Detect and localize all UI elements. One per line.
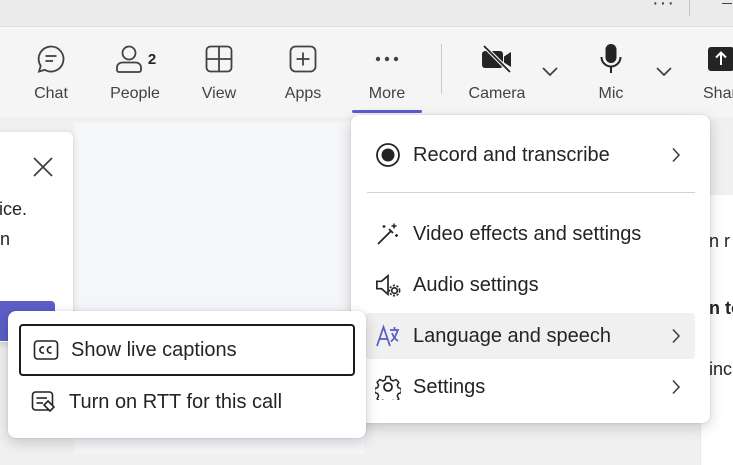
menu-item-settings[interactable]: Settings (365, 364, 695, 410)
closed-captions-icon (33, 337, 59, 363)
camera-button[interactable]: Camera (466, 27, 528, 115)
add-app-icon (288, 41, 318, 77)
side-panel-text-2: n to (709, 298, 733, 318)
view-button[interactable]: View (196, 27, 242, 115)
submenu-item-show-live-captions[interactable]: Show live captions (19, 324, 355, 376)
menu-item-label: Audio settings (413, 273, 539, 296)
chat-icon (35, 41, 67, 77)
chevron-right-icon (671, 147, 681, 168)
gear-icon (375, 374, 401, 400)
notification-text-1: evice. (0, 199, 28, 219)
menu-item-record-and-transcribe[interactable]: Record and transcribe (365, 132, 695, 178)
menu-item-language-and-speech[interactable]: Language and speech (365, 313, 695, 359)
more-dots-icon (372, 41, 402, 77)
chat-label: Chat (34, 85, 68, 102)
more-active-indicator (352, 110, 422, 113)
submenu-item-turn-on-rtt[interactable]: Turn on RTT for this call (19, 376, 355, 428)
camera-options-chevron-icon[interactable] (541, 64, 559, 82)
mic-button[interactable]: Mic (594, 27, 628, 115)
microphone-icon (598, 41, 624, 77)
more-options-icon[interactable]: ··· (652, 0, 675, 15)
share-label: Shar (703, 85, 733, 102)
meeting-toolbar: Chat 2 People View Apps More Camera Mic … (0, 27, 733, 117)
language-icon (375, 323, 401, 349)
submenu-item-label: Turn on RTT for this call (69, 390, 283, 413)
speaker-gear-icon (375, 272, 401, 298)
camera-off-icon (480, 41, 514, 77)
menu-divider (367, 192, 695, 193)
record-icon (375, 142, 401, 168)
language-submenu: Show live captions Turn on RTT for this … (8, 311, 366, 438)
menu-item-audio-settings[interactable]: Audio settings (365, 262, 695, 308)
camera-label: Camera (468, 85, 526, 102)
magic-wand-icon (375, 221, 401, 247)
side-panel-text-3: inc (709, 359, 733, 379)
more-menu: Record and transcribe Video effects and … (351, 115, 710, 423)
title-divider (689, 0, 690, 16)
toolbar-divider (441, 44, 442, 94)
share-icon (703, 41, 733, 77)
submenu-item-label: Show live captions (71, 338, 237, 361)
rtt-icon (31, 389, 57, 415)
notification-text-2: n (0, 229, 11, 249)
people-count-badge: 2 (147, 50, 157, 68)
chevron-right-icon (671, 379, 681, 400)
side-panel-text-1: n r (709, 231, 731, 251)
more-button[interactable]: More (360, 27, 414, 115)
apps-label: Apps (284, 85, 322, 102)
people-button[interactable]: 2 People (106, 27, 164, 115)
chevron-right-icon (671, 328, 681, 349)
menu-item-video-effects[interactable]: Video effects and settings (365, 211, 695, 257)
grid-view-icon (204, 41, 234, 77)
share-button[interactable]: Shar (703, 27, 733, 115)
close-icon[interactable] (30, 154, 56, 185)
mic-options-chevron-icon[interactable] (655, 64, 673, 82)
menu-item-label: Settings (413, 375, 486, 398)
menu-item-label: Video effects and settings (413, 222, 642, 245)
people-label: People (110, 85, 160, 102)
more-label: More (368, 85, 406, 102)
minimize-icon[interactable] (722, 3, 732, 4)
menu-item-label: Record and transcribe (413, 143, 610, 166)
menu-item-label: Language and speech (413, 324, 611, 347)
chat-button[interactable]: Chat (26, 27, 76, 115)
window-title-bar: ··· (0, 0, 733, 27)
people-icon: 2 (114, 41, 156, 77)
mic-label: Mic (598, 85, 624, 102)
view-label: View (201, 85, 237, 102)
apps-button[interactable]: Apps (279, 27, 327, 115)
